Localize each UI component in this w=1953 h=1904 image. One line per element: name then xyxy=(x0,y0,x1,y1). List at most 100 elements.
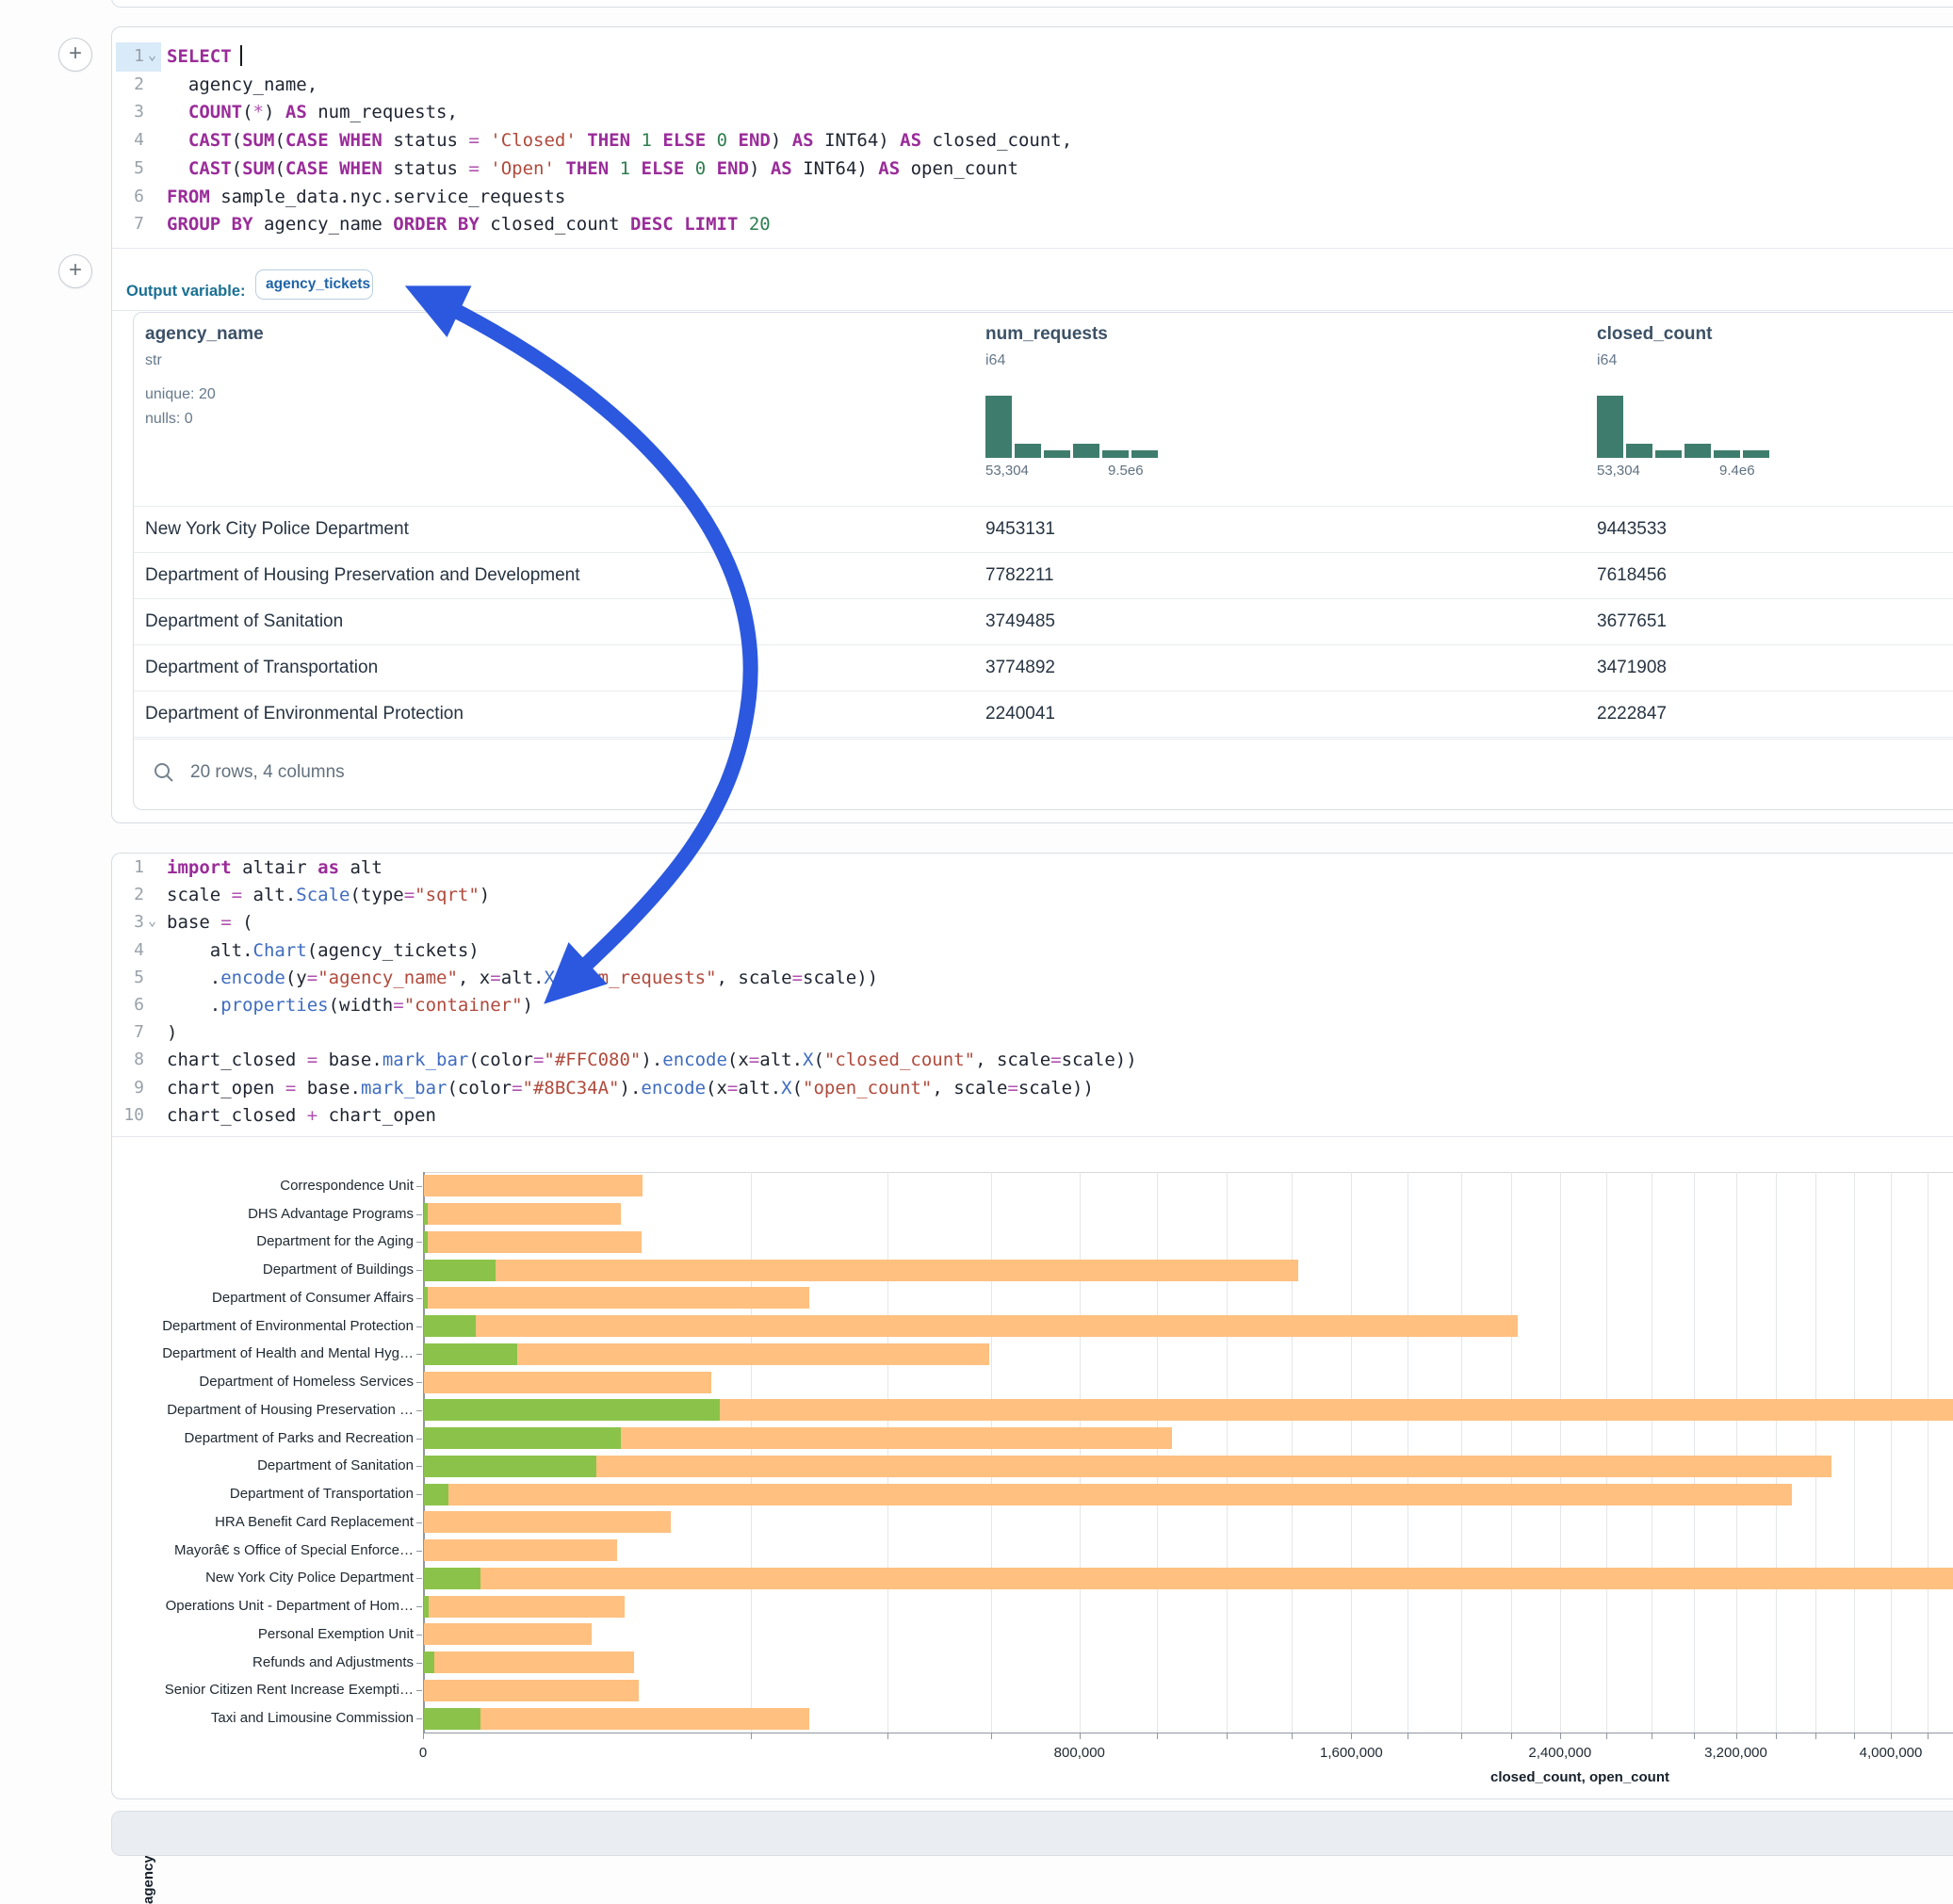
fold-chevron-down-icon[interactable]: ⌄ xyxy=(148,906,156,935)
line-number: 6 xyxy=(120,991,144,1019)
add-cell-button-top[interactable]: + xyxy=(58,38,92,72)
closed_count-bar xyxy=(424,1680,639,1701)
line-number: 1 xyxy=(120,42,144,71)
x-axis-tick xyxy=(1606,1733,1607,1739)
y-axis-label: Personal Exemption Unit xyxy=(258,1626,414,1642)
y-axis-label: Department of Transportation xyxy=(230,1486,414,1502)
closed_count-bar xyxy=(424,1456,1831,1477)
table-cell: 2222847 xyxy=(1597,704,1667,724)
y-axis-tick xyxy=(416,1382,422,1383)
search-icon[interactable] xyxy=(153,761,175,789)
x-axis-tick xyxy=(887,1733,888,1739)
plot-area xyxy=(423,1172,1953,1733)
open_count-bar xyxy=(424,1260,496,1281)
closed_count-bar xyxy=(424,1287,809,1309)
x-axis-tick xyxy=(1080,1733,1081,1739)
line-number: 1 xyxy=(120,854,144,882)
x-axis-tick xyxy=(1292,1733,1293,1739)
gridline xyxy=(1511,1172,1512,1733)
gridline xyxy=(1854,1172,1855,1733)
column-type: i64 xyxy=(1597,352,1617,369)
column-stat: nulls: 0 xyxy=(145,411,193,428)
x-axis-tick xyxy=(1227,1733,1228,1739)
gridline xyxy=(1815,1172,1816,1733)
y-axis-tick xyxy=(416,1214,422,1215)
y-axis-label: Department of Health and Mental Hyg… xyxy=(162,1345,414,1361)
code-text: ) xyxy=(167,1018,177,1047)
table-bottom-border xyxy=(134,737,1953,738)
y-axis-tick xyxy=(416,1663,422,1664)
line-number: 4 xyxy=(120,126,144,155)
python-cell: 1import altair as alt2scale = alt.Scale(… xyxy=(111,853,1953,1799)
open_count-bar xyxy=(424,1315,476,1337)
line-number: 2 xyxy=(120,71,144,99)
x-axis-tick xyxy=(1351,1733,1352,1739)
line-number: 10 xyxy=(120,1101,144,1130)
y-axis-tick xyxy=(416,1186,422,1187)
histogram-min-label: 53,304 xyxy=(1597,463,1640,479)
x-axis-tick xyxy=(1854,1733,1855,1739)
code-text: CAST(SUM(CASE WHEN status = 'Open' THEN … xyxy=(167,155,1018,183)
line-number: 2 xyxy=(120,881,144,909)
closed_count-bar xyxy=(424,1568,1953,1589)
gridline xyxy=(1606,1172,1607,1733)
x-axis-tick-label: 4,000,000 xyxy=(1860,1745,1923,1761)
x-axis-tick-label: 1,600,000 xyxy=(1320,1745,1383,1761)
y-axis-tick xyxy=(416,1410,422,1411)
closed_count-bar xyxy=(424,1315,1518,1337)
histogram-bar xyxy=(1102,450,1129,458)
open_count-bar xyxy=(424,1427,621,1449)
histogram-min-label: 53,304 xyxy=(985,463,1029,479)
x-axis-tick xyxy=(1694,1733,1695,1739)
output-variable-pill[interactable]: agency_tickets xyxy=(255,269,373,300)
y-axis-label: Senior Citizen Rent Increase Exempti… xyxy=(165,1682,414,1698)
x-axis-tick xyxy=(1157,1733,1158,1739)
histogram-bar xyxy=(1597,396,1623,458)
histogram-bar xyxy=(1714,450,1740,458)
table-row: Department of Sanitation37494853677651 xyxy=(134,598,1953,645)
code-text: base = ( xyxy=(167,908,253,936)
add-cell-button-below-sql[interactable]: + xyxy=(58,254,92,288)
table-cell: 7618456 xyxy=(1597,565,1667,586)
y-axis-label: Department for the Aging xyxy=(256,1233,414,1249)
y-axis-label: Department of Homeless Services xyxy=(199,1374,414,1390)
y-axis-tick xyxy=(416,1466,422,1467)
fold-chevron-down-icon[interactable]: ⌄ xyxy=(148,41,156,69)
x-axis-tick xyxy=(1511,1733,1512,1739)
x-axis-tick xyxy=(1736,1733,1737,1739)
gridline xyxy=(1461,1172,1462,1733)
plus-icon: + xyxy=(69,257,82,283)
code-text: chart_closed = base.mark_bar(color="#FFC… xyxy=(167,1046,1137,1074)
table-cell: Department of Transportation xyxy=(145,658,378,678)
open_count-bar xyxy=(424,1652,434,1673)
column-header: closed_count xyxy=(1597,324,1712,345)
y-axis-tick xyxy=(416,1578,422,1579)
closed_count-bar xyxy=(424,1652,634,1673)
gridline xyxy=(1776,1172,1777,1733)
table-cell: 3749485 xyxy=(985,611,1055,632)
open_count-bar xyxy=(424,1568,480,1589)
gridline xyxy=(1227,1172,1228,1733)
histogram-max-label: 9.5e6 xyxy=(1108,463,1144,479)
line-number: 9 xyxy=(120,1074,144,1102)
x-axis-tick xyxy=(1560,1733,1561,1739)
gridline xyxy=(1080,1172,1081,1733)
y-axis-tick xyxy=(416,1242,422,1243)
closed_count-bar xyxy=(424,1203,621,1225)
open_count-bar xyxy=(424,1399,720,1421)
divider xyxy=(112,248,1953,249)
table-cell: 9453131 xyxy=(985,519,1055,540)
sql-cell: 1⌄SELECT2 agency_name,3 COUNT(*) AS num_… xyxy=(111,26,1953,823)
line-number: 5 xyxy=(120,155,144,183)
line-number: 8 xyxy=(120,1046,144,1074)
code-text: scale = alt.Scale(type="sqrt") xyxy=(167,881,490,909)
line-number: 7 xyxy=(120,1018,144,1047)
table-cell: 3774892 xyxy=(985,658,1055,678)
histogram-bar xyxy=(1626,444,1652,458)
y-axis-label: Department of Buildings xyxy=(263,1261,414,1277)
closed_count-bar xyxy=(424,1623,592,1645)
x-axis-tick xyxy=(1461,1733,1462,1739)
closed_count-bar xyxy=(424,1260,1298,1281)
y-axis-label: Department of Environmental Protection xyxy=(162,1318,414,1334)
y-axis-tick xyxy=(416,1606,422,1607)
